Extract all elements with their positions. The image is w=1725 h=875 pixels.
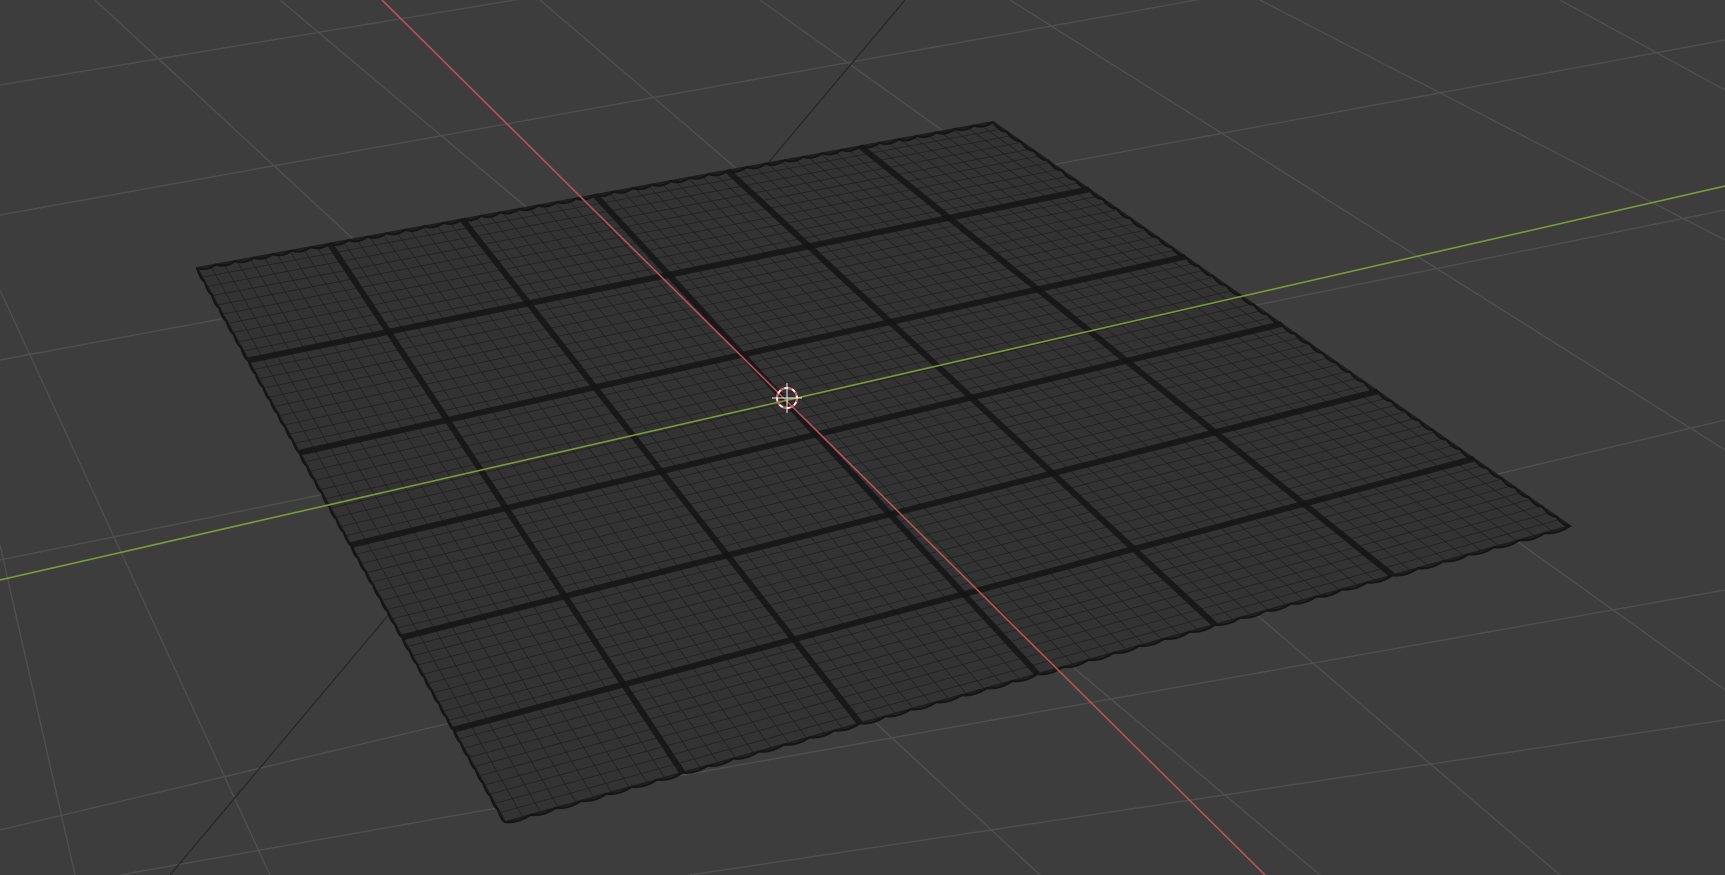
viewport-scene[interactable] <box>0 0 1725 875</box>
3d-viewport[interactable] <box>0 0 1725 875</box>
